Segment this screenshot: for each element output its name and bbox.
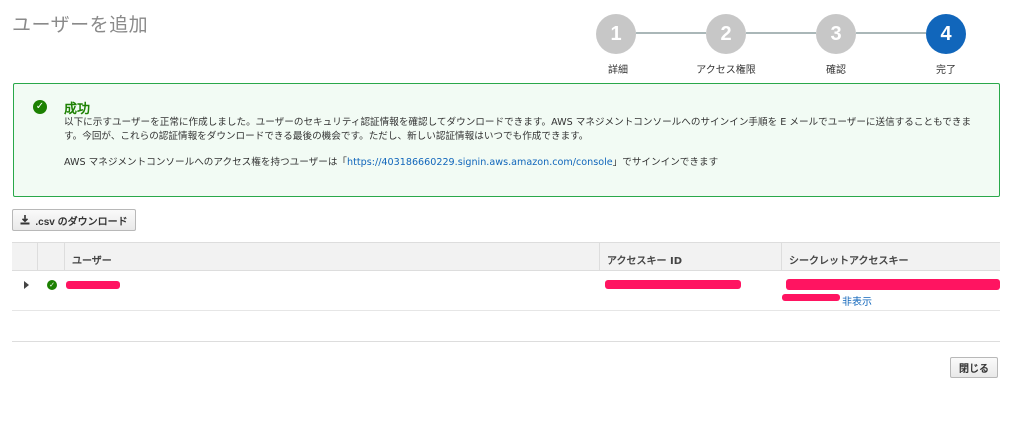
step-2-circle: 2: [706, 14, 746, 54]
step-1-label: 詳細: [608, 65, 628, 76]
page-title: ユーザーを追加: [12, 14, 149, 36]
redacted-access-key: [605, 280, 741, 289]
column-divider: [599, 243, 600, 270]
alert-message: 以下に示すユーザーを正常に作成しました。ユーザーのセキュリティ認証情報を確認して…: [64, 117, 972, 142]
download-csv-button[interactable]: .csv のダウンロード: [12, 209, 136, 231]
step-2-label: アクセス権限: [696, 65, 756, 76]
step-connector: [856, 32, 926, 34]
column-header-secret-key[interactable]: シークレットアクセスキー: [789, 252, 909, 267]
url-prefix: AWS マネジメントコンソールへのアクセス権を持つユーザーは「: [64, 157, 348, 168]
alert-title: 成功: [64, 102, 91, 117]
caret-right-icon[interactable]: [24, 281, 29, 289]
table-row: ✓ 非表示: [12, 271, 1000, 311]
alert-console-url-line: AWS マネジメントコンソールへのアクセス権を持つユーザーは「https://4…: [64, 156, 984, 170]
console-signin-link[interactable]: https://403186660229.signin.aws.amazon.c…: [347, 157, 613, 168]
divider: [12, 341, 1000, 342]
check-circle-icon: ✓: [33, 100, 47, 114]
table-header: ユーザー アクセスキー ID シークレットアクセスキー: [12, 242, 1000, 271]
success-alert: ✓ 成功 以下に示すユーザーを正常に作成しました。ユーザーのセキュリティ認証情報…: [13, 83, 1000, 197]
users-table: ユーザー アクセスキー ID シークレットアクセスキー ✓ 非表示: [12, 242, 1000, 311]
step-1-circle: 1: [596, 14, 636, 54]
redacted-secret-key: [786, 279, 1000, 290]
step-connector: [746, 32, 816, 34]
redacted-secret-key-tail: [782, 294, 840, 301]
redacted-username: [66, 281, 120, 289]
hide-secret-link[interactable]: 非表示: [842, 293, 872, 308]
url-suffix: 」でサインインできます: [612, 157, 719, 168]
step-connector: [636, 32, 706, 34]
wizard-stepper: 1 2 3 4 詳細 アクセス権限 確認 完了: [596, 14, 976, 76]
column-divider: [781, 243, 782, 270]
download-icon: [20, 215, 30, 225]
step-4-label: 完了: [936, 65, 956, 76]
check-circle-icon: ✓: [47, 280, 57, 290]
step-3-circle: 3: [816, 14, 856, 54]
step-4-circle: 4: [926, 14, 966, 54]
alert-body: 以下に示すユーザーを正常に作成しました。ユーザーのセキュリティ認証情報を確認して…: [64, 116, 984, 170]
column-header-access-key[interactable]: アクセスキー ID: [607, 252, 682, 267]
column-header-user[interactable]: ユーザー: [72, 252, 112, 267]
step-3-label: 確認: [826, 65, 846, 76]
close-button[interactable]: 閉じる: [950, 357, 998, 378]
column-divider: [37, 243, 38, 270]
download-csv-label: .csv のダウンロード: [35, 216, 128, 228]
column-divider: [64, 243, 65, 270]
